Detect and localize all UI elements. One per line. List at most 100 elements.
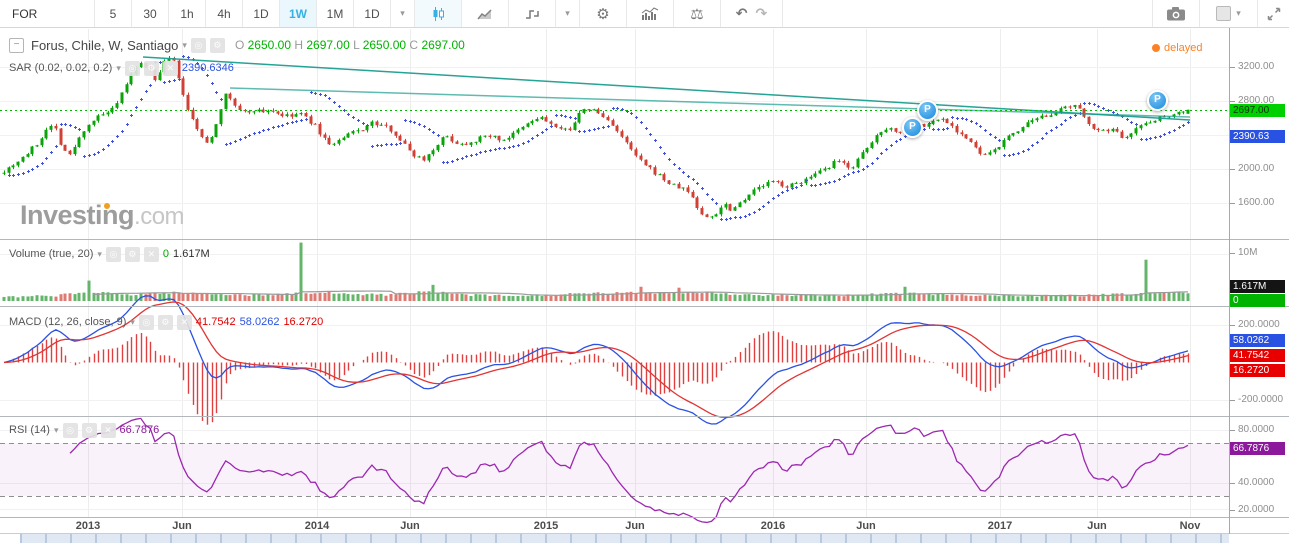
time-axis-label: Nov	[1179, 520, 1201, 532]
rsi-label: RSI (14)	[9, 424, 50, 436]
time-axis-label: Jun	[856, 520, 876, 532]
axis-value-badge: 0	[1230, 294, 1285, 307]
trading-chart-app: { "toolbar": { "symbol": "FOR", "interva…	[0, 0, 1289, 543]
axis-value-badge: 66.7876	[1230, 442, 1285, 455]
sar-value: 2390.6346	[181, 62, 234, 74]
undo-redo-group[interactable]: ↶ ↷	[721, 0, 783, 27]
indicators-button[interactable]	[627, 0, 674, 27]
pane-separator-price-volume[interactable]	[0, 239, 1289, 240]
volume-caret-icon[interactable]: ▾	[97, 249, 102, 260]
sar-legend: SAR (0.02, 0.02, 0.2) ▾ ◎ ⚙ ✕ 2390.6346	[9, 60, 234, 76]
interval-dropdown-caret-icon[interactable]: ▾	[391, 0, 415, 27]
symbol-input[interactable]: FOR	[0, 0, 95, 27]
layout-select-button[interactable]: ▾	[1199, 0, 1257, 27]
redo-icon[interactable]: ↷	[756, 5, 768, 22]
chart-type-caret-icon[interactable]: ▾	[556, 0, 580, 27]
title-caret-icon[interactable]: ▾	[182, 40, 187, 51]
time-axis-label: 2015	[533, 520, 559, 532]
sar-hide-icon[interactable]: ◎	[124, 60, 140, 76]
sar-label: SAR (0.02, 0.02, 0.2)	[9, 62, 113, 74]
interval-1m[interactable]: 1M	[317, 0, 354, 27]
chart-type-candlestick-button[interactable]	[415, 0, 462, 27]
pattern-marker-p[interactable]: P	[1147, 90, 1168, 111]
pane-separator-macd-rsi[interactable]	[0, 416, 1289, 417]
axis-value-badge: 2390.63	[1230, 130, 1285, 143]
axis-label: 40.0000	[1229, 477, 1275, 488]
toolbar-spacer	[783, 0, 1152, 27]
hide-series-icon[interactable]: ◎	[190, 37, 206, 53]
volume-hide-icon[interactable]: ◎	[105, 246, 121, 262]
horizontal-scrollbar[interactable]	[20, 534, 1229, 543]
interval-1w-active[interactable]: 1W	[280, 0, 317, 27]
macd-close-icon[interactable]: ✕	[176, 314, 192, 330]
macd-settings-icon[interactable]: ⚙	[157, 314, 173, 330]
macd-hide-icon[interactable]: ◎	[138, 314, 154, 330]
pane-separator-volume-macd[interactable]	[0, 306, 1289, 307]
time-axis-label: Jun	[400, 520, 420, 532]
symbol-title[interactable]: Forus, Chile, W, Santiago	[31, 38, 178, 53]
pattern-marker-p[interactable]: P	[917, 100, 938, 121]
time-axis-label: Jun	[1087, 520, 1107, 532]
axis-label: 200.0000	[1230, 319, 1280, 330]
chart-type-step-button[interactable]	[509, 0, 556, 27]
interval-30[interactable]: 30	[132, 0, 169, 27]
time-axis-label: 2014	[304, 520, 330, 532]
ohlc-readout: O 2650.00 H 2697.00 L 2650.00 C 2697.00	[234, 38, 465, 52]
rsi-settings-icon[interactable]: ⚙	[81, 422, 97, 438]
scales-icon: ⚖	[690, 5, 704, 23]
series-settings-icon[interactable]: ⚙	[209, 37, 225, 53]
interval-1d[interactable]: 1D	[243, 0, 280, 27]
settings-button[interactable]: ⚙	[580, 0, 627, 27]
axis-label: 1600.00	[1229, 197, 1275, 208]
rsi-caret-icon[interactable]: ▾	[54, 425, 59, 436]
axis-label: 20.0000	[1229, 504, 1275, 515]
interval-4h[interactable]: 4h	[206, 0, 243, 27]
rsi-hide-icon[interactable]: ◎	[62, 422, 78, 438]
collapse-pane-icon[interactable]: −	[9, 37, 24, 53]
layout-box-icon	[1216, 6, 1232, 21]
axis-label: 2000.00	[1229, 163, 1275, 174]
main-pane-legend: − Forus, Chile, W, Santiago ▾ ◎ ⚙ O 2650…	[9, 37, 465, 53]
volume-close-icon[interactable]: ✕	[143, 246, 159, 262]
compare-button[interactable]: ⚖	[674, 0, 721, 27]
screenshot-button[interactable]	[1152, 0, 1199, 27]
interval-5[interactable]: 5	[95, 0, 132, 27]
pane-separator-rsi-timeaxis	[0, 517, 1289, 518]
sar-settings-icon[interactable]: ⚙	[143, 60, 159, 76]
macd-line-value: 58.0262	[239, 316, 280, 328]
gear-icon: ⚙	[596, 5, 610, 23]
time-axis-label: Jun	[172, 520, 192, 532]
chart-type-area-button[interactable]	[462, 0, 509, 27]
volume-label: Volume (true, 20)	[9, 248, 94, 260]
pattern-marker-p[interactable]: P	[902, 117, 923, 138]
timeaxis-bottom-border	[0, 533, 1289, 534]
delayed-dot-icon	[1152, 44, 1160, 52]
interval-1h[interactable]: 1h	[169, 0, 206, 27]
time-axis-label: 2017	[987, 520, 1013, 532]
candlestick-icon	[433, 6, 444, 21]
indicators-icon	[641, 6, 659, 20]
rsi-value: 66.7876	[119, 424, 160, 436]
sar-caret-icon[interactable]: ▾	[116, 63, 121, 74]
fullscreen-button[interactable]	[1257, 0, 1289, 27]
sar-close-icon[interactable]: ✕	[162, 60, 178, 76]
rsi-legend: RSI (14) ▾ ◎ ⚙ ✕ 66.7876	[9, 422, 159, 438]
axis-label: -200.0000	[1229, 394, 1284, 405]
chart-plot-area[interactable]	[0, 0, 1230, 534]
interval-1d-custom[interactable]: 1D	[354, 0, 391, 27]
macd-signal-value: 41.7542	[195, 316, 236, 328]
volume-settings-icon[interactable]: ⚙	[124, 246, 140, 262]
axis-value-badge: 1.617M	[1230, 280, 1285, 293]
layout-caret-icon: ▾	[1236, 8, 1241, 18]
undo-icon[interactable]: ↶	[736, 5, 748, 22]
top-toolbar: FOR 5 30 1h 4h 1D 1W 1M 1D ▾ ▾ ⚙ ⚖ ↶ ↷ ▾	[0, 0, 1289, 28]
axis-value-badge: 58.0262	[1230, 334, 1285, 347]
time-axis-label: 2013	[75, 520, 101, 532]
macd-caret-icon[interactable]: ▾	[130, 317, 135, 328]
axis-value-badge: 16.2720	[1230, 364, 1285, 377]
volume-zero-value: 0	[162, 248, 170, 260]
watermark-orange-dot-icon	[104, 203, 110, 209]
fullscreen-icon	[1267, 7, 1280, 20]
rsi-close-icon[interactable]: ✕	[100, 422, 116, 438]
axis-label: 80.0000	[1229, 424, 1275, 435]
